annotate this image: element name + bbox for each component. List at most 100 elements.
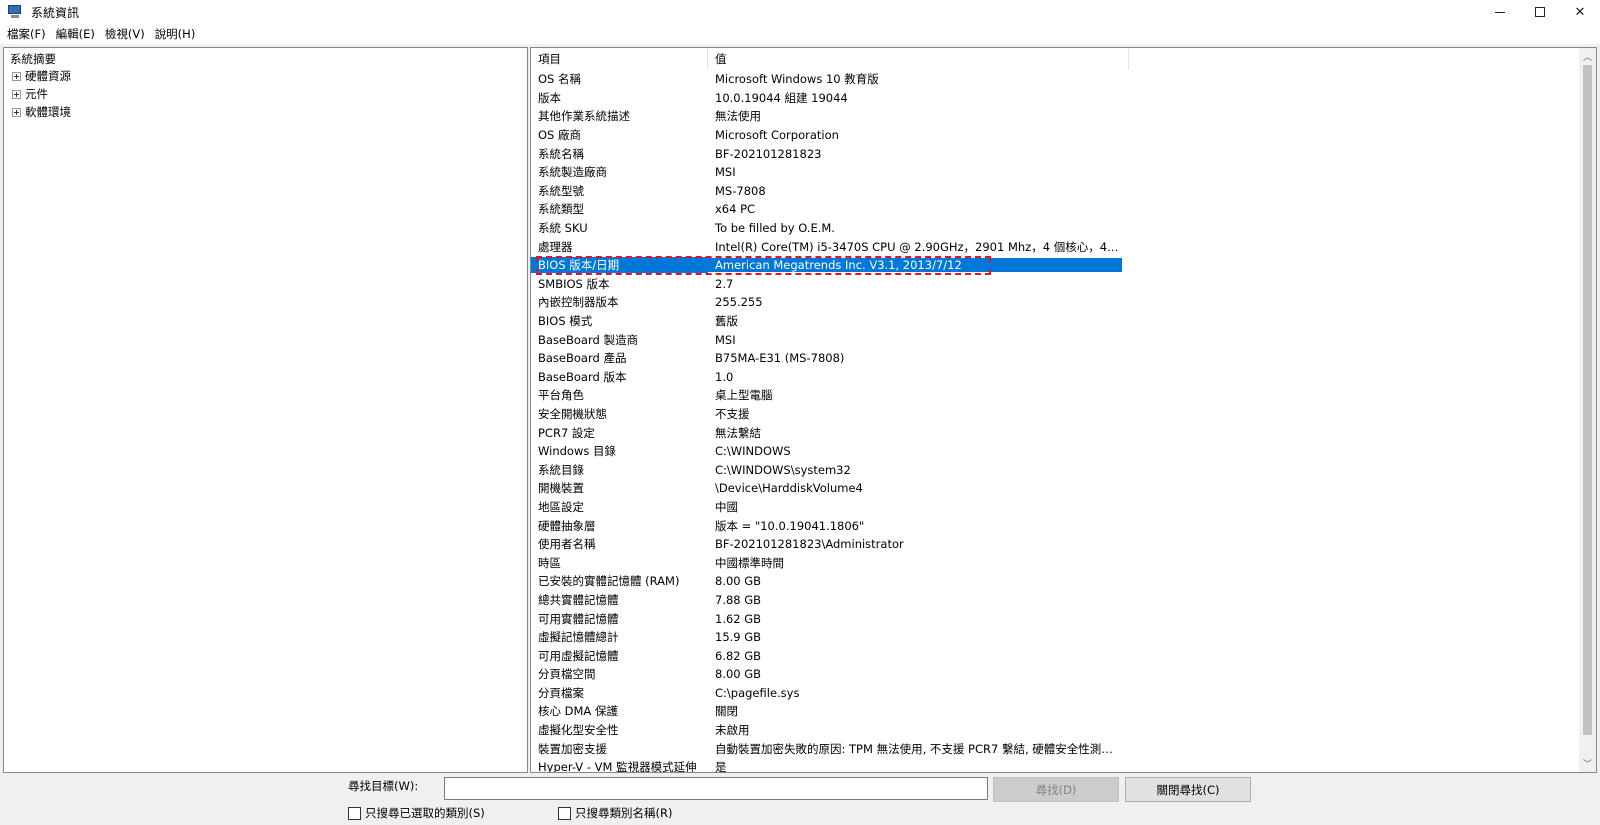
table-row[interactable]: BaseBoard 版本 1.0 [531, 368, 1581, 387]
table-row[interactable]: BIOS 模式 舊版 [531, 312, 1581, 331]
table-row[interactable]: Windows 目錄 C:\WINDOWS [531, 442, 1581, 461]
table-row[interactable]: 系統名稱 BF-202101281823 [531, 144, 1581, 163]
row-item-cell: 系統目錄 [538, 462, 584, 477]
table-row[interactable]: 安全開機狀態 不支援 [531, 405, 1581, 424]
table-row[interactable]: 已安裝的實體記憶體 (RAM) 8.00 GB [531, 572, 1581, 591]
row-item-cell: 裝置加密支援 [538, 741, 607, 756]
maximize-button[interactable] [1520, 0, 1560, 24]
expand-icon[interactable] [12, 71, 21, 81]
table-row[interactable]: 虛擬化型安全性 未啟用 [531, 721, 1581, 740]
row-value-cell: 是 [715, 760, 727, 773]
tree-item-components[interactable]: 元件 [12, 86, 48, 102]
search-category-names-checkbox[interactable]: 只搜尋類別名稱(R) [558, 805, 672, 821]
row-item-cell: 平台角色 [538, 388, 584, 403]
row-value-cell: Microsoft Windows 10 教育版 [715, 72, 879, 87]
row-item-cell: BaseBoard 版本 [538, 369, 627, 384]
row-value-cell: 15.9 GB [715, 630, 762, 645]
expand-icon[interactable] [12, 89, 21, 99]
table-row[interactable]: PCR7 設定 無法繫結 [531, 423, 1581, 442]
table-row[interactable]: BIOS 版本/日期 American Megatrends Inc. V3.1,… [531, 255, 1581, 275]
table-row[interactable]: 系統 SKU To be filled by O.E.M. [531, 219, 1581, 238]
table-row[interactable]: 硬體抽象層 版本 = "10.0.19041.1806" [531, 516, 1581, 535]
table-row[interactable]: OS 名稱 Microsoft Windows 10 教育版 [531, 70, 1581, 89]
row-value-cell: MSI [715, 332, 736, 347]
scroll-up-icon[interactable]: ︿ [1579, 48, 1596, 65]
table-row[interactable]: 系統型號 MS-7808 [531, 182, 1581, 201]
tree-item-hardware-resources[interactable]: 硬體資源 [12, 68, 71, 84]
table-row[interactable]: Hyper-V - VM 監視器模式延伸 是 [531, 758, 1581, 773]
table-row[interactable]: 使用者名稱 BF-202101281823\Administrator [531, 535, 1581, 554]
table-row[interactable]: 開機裝置 \Device\HarddiskVolume4 [531, 479, 1581, 498]
row-item-cell: 總共實體記憶體 [538, 592, 619, 607]
row-item-cell: 處理器 [538, 239, 573, 254]
find-button[interactable]: 尋找(D) [993, 777, 1119, 802]
checkbox-label: 只搜尋已選取的類別(S) [365, 806, 485, 820]
column-header-value[interactable]: 值 [708, 48, 1129, 70]
row-value-cell: 未啟用 [715, 723, 750, 738]
search-selected-category-checkbox[interactable]: 只搜尋已選取的類別(S) [348, 805, 485, 821]
table-row[interactable]: 可用虛擬記憶體 6.82 GB [531, 646, 1581, 665]
table-row[interactable]: SMBIOS 版本 2.7 [531, 275, 1581, 294]
table-row[interactable]: 時區 中國標準時間 [531, 553, 1581, 572]
table-row[interactable]: 系統類型 x64 PC [531, 200, 1581, 219]
table-row[interactable]: 總共實體記憶體 7.88 GB [531, 591, 1581, 610]
row-value-cell: Intel(R) Core(TM) i5-3470S CPU @ 2.90GHz… [715, 239, 1122, 254]
scroll-down-icon[interactable]: ﹀ [1579, 755, 1596, 772]
row-value-cell: 8.00 GB [715, 574, 762, 589]
row-value-cell: x64 PC [715, 202, 756, 217]
row-value-cell: 255.255 [715, 295, 763, 310]
table-row[interactable]: 分頁檔案 C:\pagefile.sys [531, 684, 1581, 703]
expand-icon[interactable] [12, 107, 21, 117]
menu-view[interactable]: 檢視(V) [100, 26, 150, 42]
table-row[interactable]: OS 廠商 Microsoft Corporation [531, 126, 1581, 145]
row-value-cell: \Device\HarddiskVolume4 [715, 481, 863, 496]
menu-edit[interactable]: 編輯(E) [51, 26, 100, 42]
find-input[interactable] [444, 777, 988, 800]
column-header-item[interactable]: 項目 [531, 48, 708, 70]
title-bar: 系統資訊 ✕ [0, 0, 1600, 24]
table-row[interactable]: 核心 DMA 保護 關閉 [531, 702, 1581, 721]
table-row[interactable]: 系統製造廠商 MSI [531, 163, 1581, 182]
table-row[interactable]: BaseBoard 製造商 MSI [531, 330, 1581, 349]
row-value-cell: 10.0.19044 組建 19044 [715, 90, 848, 105]
row-item-cell: 其他作業系統描述 [538, 109, 630, 124]
scroll-thumb[interactable] [1583, 65, 1592, 735]
row-value-cell: 1.0 [715, 369, 734, 384]
details-list[interactable]: 項目 值 OS 名稱 Microsoft Windows 10 教育版 版本 10.0… [530, 47, 1597, 773]
checkbox-box[interactable] [348, 806, 361, 820]
minimize-button[interactable] [1480, 0, 1520, 24]
tree-item-system-summary[interactable]: 系統摘要 [10, 51, 56, 67]
row-item-cell: 時區 [538, 555, 561, 570]
close-find-button[interactable]: 關閉尋找(C) [1125, 777, 1251, 802]
row-value-cell: 中國標準時間 [715, 555, 784, 570]
row-value-cell: C:\WINDOWS [715, 444, 791, 459]
table-row[interactable]: 地區設定 中國 [531, 498, 1581, 517]
checkbox-box[interactable] [558, 806, 571, 820]
table-row[interactable]: 裝置加密支援 自動裝置加密失敗的原因: TPM 無法使用, 不支援 PCR7 繫結… [531, 739, 1581, 758]
table-row[interactable]: 內嵌控制器版本 255.255 [531, 293, 1581, 312]
menu-file[interactable]: 檔案(F) [2, 26, 51, 42]
table-row[interactable]: 分頁檔空間 8.00 GB [531, 665, 1581, 684]
tree-item-label: 硬體資源 [25, 69, 71, 83]
row-value-cell: 7.88 GB [715, 592, 762, 607]
category-tree[interactable]: 系統摘要 硬體資源 元件 軟體環境 [3, 47, 528, 773]
table-row[interactable]: 其他作業系統描述 無法使用 [531, 107, 1581, 126]
row-item-cell: PCR7 設定 [538, 425, 595, 440]
table-row[interactable]: 虛擬記憶體總計 15.9 GB [531, 628, 1581, 647]
row-item-cell: 系統 SKU [538, 221, 588, 236]
row-value-cell: 中國 [715, 499, 738, 514]
tree-item-software-environment[interactable]: 軟體環境 [12, 104, 71, 120]
close-button[interactable]: ✕ [1560, 0, 1600, 24]
row-value-cell: B75MA-E31 (MS-7808) [715, 351, 845, 366]
table-row[interactable]: 可用實體記憶體 1.62 GB [531, 609, 1581, 628]
table-row[interactable]: 系統目錄 C:\WINDOWS\system32 [531, 460, 1581, 479]
vertical-scrollbar[interactable]: ︿ ﹀ [1579, 48, 1596, 772]
table-row[interactable]: 平台角色 桌上型電腦 [531, 386, 1581, 405]
menu-help[interactable]: 說明(H) [150, 26, 201, 42]
row-value-cell: MSI [715, 165, 736, 180]
tree-item-label: 元件 [25, 87, 48, 101]
table-row[interactable]: 處理器 Intel(R) Core(TM) i5-3470S CPU @ 2.90… [531, 237, 1581, 256]
row-item-cell: 版本 [538, 90, 561, 105]
table-row[interactable]: BaseBoard 產品 B75MA-E31 (MS-7808) [531, 349, 1581, 368]
table-row[interactable]: 版本 10.0.19044 組建 19044 [531, 89, 1581, 108]
